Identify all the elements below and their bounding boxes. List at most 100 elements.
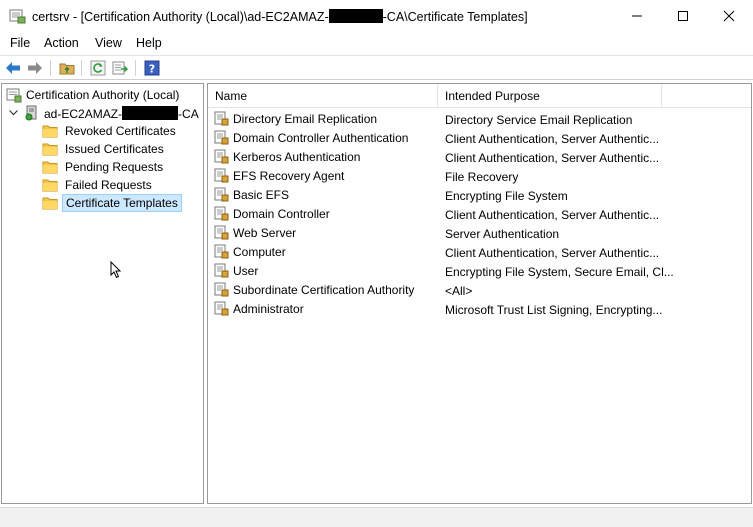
export-list-button[interactable] <box>111 59 129 77</box>
template-name: EFS Recovery Agent <box>233 169 345 183</box>
up-folder-icon <box>59 63 75 75</box>
intended-purpose-cell: Microsoft Trust List Signing, Encrypting… <box>445 303 663 317</box>
toolbar: ? <box>0 55 753 80</box>
export-list-icon <box>112 61 128 75</box>
intended-purpose-cell: Client Authentication, Server Authentic.… <box>445 208 660 222</box>
tree-item-certification-authority-local[interactable]: Certification Authority (Local) <box>6 86 182 104</box>
template-name-cell: EFS Recovery Agent <box>214 168 344 184</box>
template-name-cell: Domain Controller <box>214 206 330 222</box>
list-item[interactable]: Subordinate Certification Authority <All> <box>208 281 751 300</box>
mouse-pointer-icon <box>110 261 122 279</box>
intended-purpose-cell: Client Authentication, Server Authentic.… <box>445 246 660 260</box>
template-name-cell: Directory Email Replication <box>214 111 377 127</box>
ca-server-icon <box>24 105 40 121</box>
maximize-icon <box>678 11 688 21</box>
menu-action[interactable]: Action <box>44 36 79 50</box>
intended-purpose-cell: File Recovery <box>445 170 519 184</box>
status-bar <box>0 507 753 527</box>
list-item[interactable]: Computer Client Authentication, Server Au… <box>208 243 751 262</box>
template-name-cell: User <box>214 263 258 279</box>
certification-authority-icon <box>6 87 22 103</box>
folder-icon <box>42 177 58 193</box>
toolbar-separator <box>135 60 136 76</box>
title-bar[interactable]: certsrv - [Certification Authority (Loca… <box>0 0 753 32</box>
refresh-button[interactable] <box>89 59 107 77</box>
certificate-template-icon <box>214 168 230 184</box>
certificate-template-icon <box>214 187 230 203</box>
list-item[interactable]: Domain Controller Authentication Client A… <box>208 129 751 148</box>
template-name: User <box>233 264 259 278</box>
intended-purpose-cell: <All> <box>445 284 473 298</box>
template-name: Basic EFS <box>233 188 290 202</box>
column-header-intended-purpose[interactable]: Intended Purpose <box>438 84 662 108</box>
list-item[interactable]: Administrator Microsoft Trust List Signin… <box>208 300 751 319</box>
list-item[interactable]: Directory Email Replication Directory Ser… <box>208 110 751 129</box>
back-button[interactable] <box>4 59 22 77</box>
menu-view[interactable]: View <box>95 36 122 50</box>
list-header: Name Intended Purpose <box>208 84 751 108</box>
intended-purpose-cell: Server Authentication <box>445 227 560 241</box>
close-icon <box>723 10 735 22</box>
intended-purpose-cell: Encrypting File System <box>445 189 568 203</box>
list-item[interactable]: User Encrypting File System, Secure Email… <box>208 262 751 281</box>
tree-label-ca: ad-EC2AMAZ- -CA <box>44 105 199 121</box>
tree-label: Issued Certificates <box>65 142 164 156</box>
template-name-cell: Basic EFS <box>214 187 289 203</box>
menu-file[interactable]: File <box>10 36 30 50</box>
certificate-template-icon <box>214 244 230 260</box>
help-button[interactable]: ? <box>143 59 161 77</box>
redaction-block <box>328 9 383 23</box>
menu-bar: File Action View Help <box>0 32 753 54</box>
toolbar-separator <box>50 60 51 76</box>
template-name: Web Server <box>233 226 297 240</box>
list-item[interactable]: EFS Recovery Agent File Recovery <box>208 167 751 186</box>
tree-label: Certificate Templates <box>62 194 182 212</box>
list-item[interactable]: Kerberos Authentication Client Authentica… <box>208 148 751 167</box>
close-button[interactable] <box>706 0 752 32</box>
tree-label-root: Certification Authority (Local) <box>26 88 180 102</box>
column-header-name[interactable]: Name <box>208 84 438 108</box>
menu-help[interactable]: Help <box>136 36 162 50</box>
certificate-template-icon <box>214 206 230 222</box>
certificate-template-icon <box>214 111 230 127</box>
intended-purpose-cell: Encrypting File System, Secure Email, Cl… <box>445 265 674 279</box>
tree-label: Failed Requests <box>65 178 152 192</box>
template-name-cell: Computer <box>214 244 286 260</box>
intended-purpose-cell: Client Authentication, Server Authentic.… <box>445 151 660 165</box>
tree-item-certificate-templates[interactable]: Certificate Templates <box>42 194 182 212</box>
chevron-down-icon[interactable] <box>8 108 18 118</box>
certificate-template-icon <box>214 301 230 317</box>
certsrv-app-icon <box>9 9 26 24</box>
folder-icon <box>42 159 58 175</box>
minimize-button[interactable] <box>614 0 660 32</box>
up-one-level-button[interactable] <box>58 59 76 77</box>
tree-item-pending-requests[interactable]: Pending Requests <box>42 158 166 176</box>
template-name-cell: Administrator <box>214 301 304 317</box>
tree-item-ca-server[interactable]: ad-EC2AMAZ- -CA <box>8 104 202 122</box>
certificate-template-icon <box>214 130 230 146</box>
minimize-icon <box>632 15 642 17</box>
folder-icon <box>42 123 58 139</box>
template-name: Computer <box>233 245 286 259</box>
folder-icon <box>42 195 58 211</box>
certificate-template-icon <box>214 282 230 298</box>
console-tree-pane[interactable]: Certification Authority (Local) ad-EC2AM… <box>1 83 204 504</box>
back-arrow-icon <box>6 62 20 74</box>
template-name-cell: Web Server <box>214 225 296 241</box>
list-item[interactable]: Web Server Server Authentication <box>208 224 751 243</box>
list-item[interactable]: Domain Controller Client Authentication, … <box>208 205 751 224</box>
svg-text:?: ? <box>149 63 155 76</box>
tree-label: Pending Requests <box>65 160 164 174</box>
tree-item-failed-requests[interactable]: Failed Requests <box>42 176 155 194</box>
window-title: certsrv - [Certification Authority (Loca… <box>32 9 528 24</box>
maximize-button[interactable] <box>660 0 706 32</box>
template-name-cell: Kerberos Authentication <box>214 149 360 165</box>
template-name: Subordinate Certification Authority <box>233 283 415 297</box>
templates-list-pane[interactable]: Name Intended Purpose Directory Email Re… <box>207 83 752 504</box>
redaction-block <box>122 105 179 120</box>
certificate-template-icon <box>214 225 230 241</box>
forward-button[interactable] <box>26 59 44 77</box>
tree-item-issued-certificates[interactable]: Issued Certificates <box>42 140 167 158</box>
list-item[interactable]: Basic EFS Encrypting File System <box>208 186 751 205</box>
tree-item-revoked-certificates[interactable]: Revoked Certificates <box>42 122 179 140</box>
